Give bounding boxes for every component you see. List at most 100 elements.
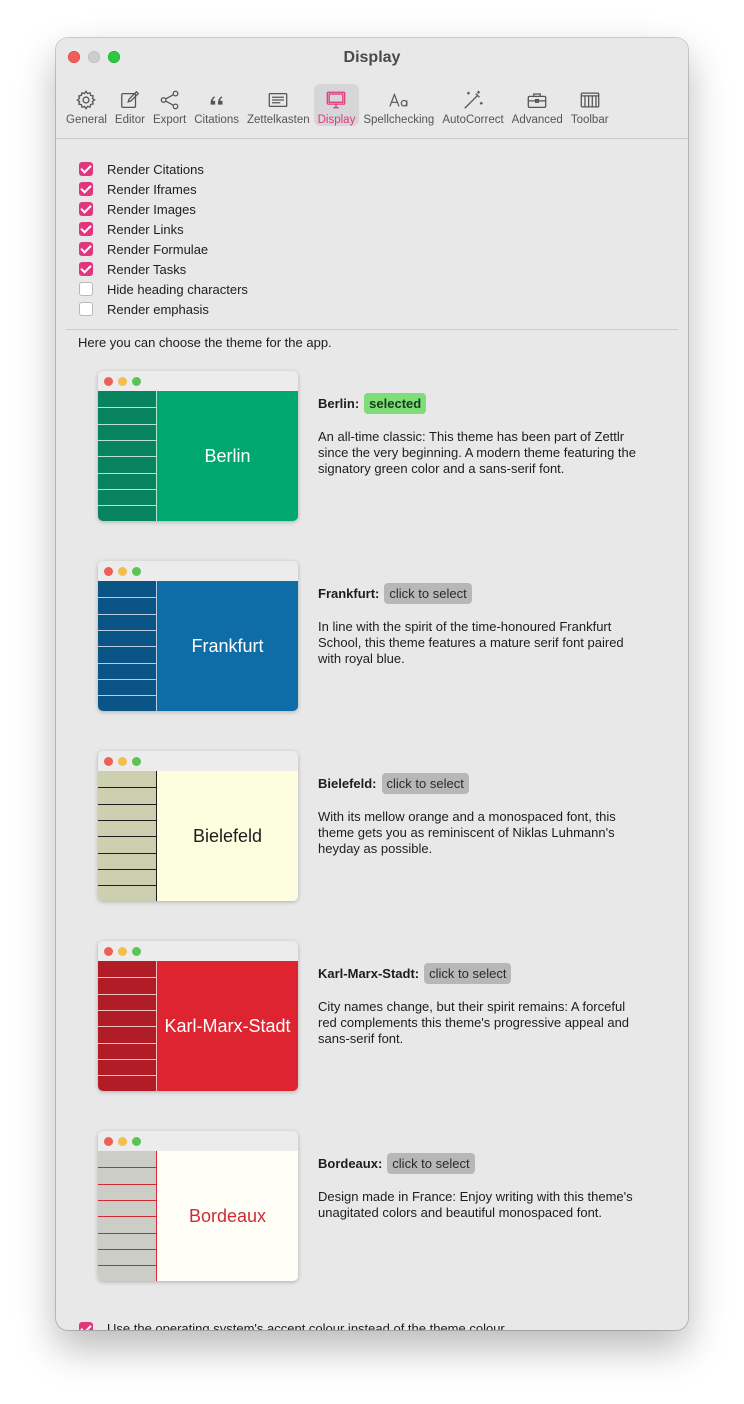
sidebar-line (98, 803, 157, 805)
preview-titlebar (98, 941, 298, 961)
tab-zettelkasten[interactable]: Zettelkasten (243, 84, 314, 126)
preview-traffic-lights (104, 377, 141, 386)
checkbox[interactable] (79, 182, 93, 196)
checkbox-hide-heading-characters[interactable]: Hide heading characters (79, 279, 248, 299)
sidebar-line (98, 977, 157, 979)
checkbox-render-tasks[interactable]: Render Tasks (79, 259, 248, 279)
checkbox-render-iframes[interactable]: Render Iframes (79, 179, 248, 199)
tab-autocorrect[interactable]: AutoCorrect (438, 84, 507, 126)
preview-dot (132, 757, 141, 766)
sidebar-line (98, 1167, 157, 1169)
tab-toolbar-label: Toolbar (570, 114, 609, 126)
checkbox-use-system-accent[interactable]: Use the operating system's accent colour… (79, 1321, 505, 1330)
select-theme-button[interactable]: click to select (424, 962, 512, 984)
sidebar-line (98, 1026, 157, 1028)
checkbox-label: Render Iframes (107, 181, 197, 197)
select-theme-button[interactable]: click to select (384, 582, 472, 604)
theme-preview[interactable]: Frankfurt (98, 561, 298, 711)
tab-general[interactable]: General (62, 84, 111, 126)
theme-preview[interactable]: Karl-Marx-Stadt (98, 941, 298, 1091)
theme-preview[interactable]: Bielefeld (98, 751, 298, 901)
checkbox-render-emphasis[interactable]: Render emphasis (79, 299, 248, 319)
preview-traffic-lights (104, 1137, 141, 1146)
gear-icon (76, 90, 97, 110)
window-title: Display (343, 49, 401, 66)
theme-preview[interactable]: Berlin (98, 371, 298, 521)
theme-header: Berlin: selected (318, 391, 638, 415)
theme-frankfurt: Frankfurt Frankfurt: click to select In lin… (98, 561, 658, 711)
checkbox[interactable] (79, 202, 93, 216)
tab-editor[interactable]: Editor (111, 84, 149, 126)
tab-display[interactable]: Display (313, 84, 360, 126)
checkbox[interactable] (79, 242, 93, 256)
theme-name: Bielefeld: (318, 775, 377, 791)
checkbox-render-links[interactable]: Render Links (79, 219, 248, 239)
checkbox-label: Hide heading characters (107, 281, 248, 297)
preview-titlebar (98, 751, 298, 771)
theme-preview[interactable]: Bordeaux (98, 1131, 298, 1281)
tab-autocorrect-label: AutoCorrect (442, 114, 504, 126)
select-theme-button[interactable]: click to select (381, 772, 469, 794)
preview-body: Karl-Marx-Stadt (98, 961, 298, 1091)
theme-name: Berlin: (318, 395, 360, 411)
sidebar-line (98, 819, 157, 821)
checkbox[interactable] (79, 1321, 93, 1330)
checkbox-render-images[interactable]: Render Images (79, 199, 248, 219)
sidebar-line (98, 1232, 157, 1234)
preview-sidebar (98, 961, 157, 1091)
selected-badge: selected (364, 392, 427, 414)
preview-dot (118, 377, 127, 386)
preview-editor: Frankfurt (157, 581, 298, 711)
tab-citations-label: Citations (194, 114, 239, 126)
checkbox-label: Render Links (107, 221, 184, 237)
tab-toolbar[interactable]: Toolbar (567, 84, 613, 126)
theme-description: City names change, but their spirit rema… (318, 999, 630, 1046)
theme-name: Frankfurt: (318, 585, 380, 601)
tab-export-label: Export (152, 114, 187, 126)
preview-editor: Karl-Marx-Stadt (157, 961, 298, 1091)
text-aa-icon (389, 92, 408, 107)
theme-header: Karl-Marx-Stadt: click to select (318, 961, 638, 985)
tab-advanced[interactable]: Advanced (508, 84, 567, 126)
theme-berlin: Berlin Berlin: selected An all-time classic… (98, 371, 658, 521)
preview-dot (132, 377, 141, 386)
theme-header: Frankfurt: click to select (318, 581, 638, 605)
tab-spellchecking[interactable]: Spellchecking (359, 84, 438, 126)
preview-dot (118, 567, 127, 576)
sidebar-line (98, 1199, 157, 1201)
preview-dot (118, 947, 127, 956)
sidebar-line (98, 678, 157, 680)
checkbox[interactable] (79, 222, 93, 236)
theme-info: Frankfurt: click to select In line with th… (318, 581, 638, 667)
tab-export[interactable]: Export (149, 84, 190, 126)
preview-titlebar (98, 371, 298, 391)
render-options-list: Render Citations Render Iframes Render I… (79, 159, 248, 319)
sidebar-line (98, 505, 157, 507)
checkbox[interactable] (79, 282, 93, 296)
sidebar-line (98, 407, 157, 409)
sidebar-line (98, 613, 157, 615)
theme-info: Berlin: selected An all-time classic: This… (318, 391, 638, 477)
checkbox[interactable] (79, 302, 93, 316)
checkbox-render-formulae[interactable]: Render Formulae (79, 239, 248, 259)
tab-citations[interactable]: Citations (190, 84, 243, 126)
preview-dot (132, 1137, 141, 1146)
preview-dot (104, 1137, 113, 1146)
checkbox-render-citations[interactable]: Render Citations (79, 159, 248, 179)
select-theme-button[interactable]: click to select (387, 1152, 475, 1174)
titlebar: Display General Editor Export Citations … (56, 38, 688, 139)
preview-titlebar (98, 1131, 298, 1151)
sidebar-line (98, 1265, 157, 1267)
preview-dot (118, 757, 127, 766)
columns-icon (580, 92, 600, 108)
sidebar-line (98, 787, 157, 789)
checkbox-label: Use the operating system's accent colour… (107, 1321, 505, 1330)
theme-name: Karl-Marx-Stadt: (318, 965, 420, 981)
checkbox[interactable] (79, 262, 93, 276)
theme-description: In line with the spirit of the time-hono… (318, 619, 624, 666)
tab-zettelkasten-label: Zettelkasten (246, 114, 310, 126)
sidebar-line (98, 629, 157, 631)
checkbox[interactable] (79, 162, 93, 176)
preview-traffic-lights (104, 947, 141, 956)
checkbox-label: Render Citations (107, 161, 204, 177)
